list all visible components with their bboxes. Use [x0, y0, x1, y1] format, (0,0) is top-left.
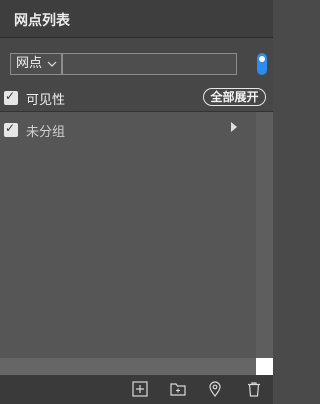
search-input[interactable]	[62, 53, 237, 75]
visibility-checkbox[interactable]: ✓	[4, 89, 18, 105]
search-type-value: 网点	[16, 56, 43, 71]
search-row: 网点	[0, 38, 273, 86]
visibility-row: ✓ 可见性 全部展开	[0, 86, 273, 112]
toggle-knob	[259, 56, 265, 62]
visibility-toggle[interactable]	[257, 53, 267, 75]
list-item[interactable]: ✓ 未分组	[0, 120, 256, 140]
site-tree: ✓ 未分组	[0, 112, 256, 358]
group-checkbox[interactable]: ✓	[4, 121, 18, 137]
add-icon[interactable]	[131, 380, 151, 400]
vertical-scrollbar[interactable]	[256, 112, 273, 358]
site-list-panel: 网点列表 网点 ✓ 可见性 全部展开 ✓ 未分组	[0, 0, 273, 404]
chevron-right-icon[interactable]	[229, 120, 239, 137]
panel-title: 网点列表	[14, 13, 70, 29]
trash-icon[interactable]	[245, 380, 265, 400]
group-label: 未分组	[26, 125, 66, 140]
chevron-down-icon	[47, 54, 57, 81]
horizontal-scrollbar[interactable]	[0, 358, 256, 375]
expand-all-button[interactable]: 全部展开	[203, 88, 266, 106]
check-icon: ✓	[5, 121, 16, 135]
panel-header: 网点列表	[0, 0, 273, 38]
search-type-select[interactable]: 网点	[10, 53, 62, 75]
location-icon[interactable]	[206, 380, 226, 400]
check-icon: ✓	[5, 89, 16, 103]
scrollbar-corner	[256, 358, 273, 375]
add-folder-icon[interactable]	[169, 380, 189, 400]
bottom-toolbar	[0, 375, 273, 404]
visibility-label: 可见性	[26, 93, 66, 108]
